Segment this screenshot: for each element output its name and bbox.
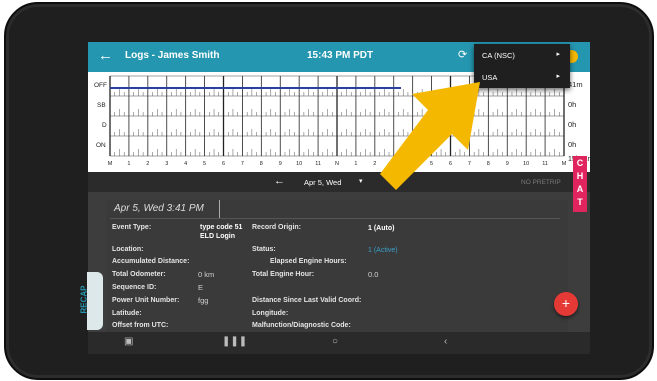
hour-label: 10 [523,161,529,167]
row-label-d: D [102,122,107,129]
hour-label: 4 [184,161,187,167]
recap-tab[interactable]: RECAP [80,272,103,330]
back-icon[interactable]: ‹ [444,336,447,347]
next-day-arrow-icon[interactable]: → [391,175,402,187]
location-label: Location: [112,246,144,253]
record-origin-label: Record Origin: [252,224,302,231]
system-nav-bar: ▣ ❚❚❚ ○ ‹ [88,332,590,354]
hour-label: 4 [411,161,414,167]
hour-label: 5 [203,161,206,167]
status-value: 1 (Active) [368,247,398,254]
home-icon[interactable]: ○ [332,336,338,347]
back-arrow-icon[interactable]: ← [98,48,113,64]
record-origin-value: 1 (Auto) [368,225,395,232]
hour-label: 9 [279,161,282,167]
hour-label: 2 [373,161,376,167]
total-on: 0h [568,140,577,149]
add-event-button[interactable]: + [554,292,578,316]
sequence-id-label: Sequence ID: [112,284,157,291]
chat-letter: H [576,171,584,181]
power-unit-label: Power Unit Number: [112,297,180,304]
hour-label: 10 [296,161,302,167]
hour-label: 9 [506,161,509,167]
menu-item-ca-nsc[interactable]: CA (NSC) ▸ [474,44,570,66]
total-sb: 0h [568,100,577,109]
menu-item-usa[interactable]: USA ▸ [474,66,570,88]
page-title: Logs - James Smith [125,50,220,61]
distance-since-coord-label: Distance Since Last Valid Coord: [252,297,362,304]
chat-tab[interactable]: C H A T [573,156,587,212]
chat-letter: A [576,184,584,194]
total-engine-hour-label: Total Engine Hour: [252,271,315,278]
hour-label: M [562,161,567,167]
chat-letter: T [577,197,583,207]
hour-label: 3 [165,161,168,167]
power-unit-value: fgg [198,296,209,305]
date-navigator: ← Apr 5, Wed ▾ → NO PRETRIP [88,172,590,192]
malfunction-code-label: Malfunction/Diagnostic Code: [252,322,351,329]
hour-label: 11 [315,161,321,167]
longitude-label: Longitude: [252,310,289,317]
selected-date[interactable]: Apr 5, Wed [304,178,341,187]
event-datetime: Apr 5, Wed 3:41 PM [110,200,220,218]
event-type-label: Event Type: [112,224,152,231]
status-label: Status: [252,246,276,253]
hour-label: N [335,161,339,167]
prev-day-arrow-icon[interactable]: ← [274,175,285,187]
row-label-sb: SB [97,102,106,109]
event-details: Apr 5, Wed 3:41 PM Event Type: type code… [106,200,568,354]
chevron-right-icon: ▸ [556,73,560,80]
sequence-id-value: E [198,283,204,292]
hour-label: 3 [392,161,395,167]
screenshot-icon[interactable]: ▣ [124,336,133,347]
hour-label: 7 [468,161,471,167]
elapsed-engine-hours-label: Elapsed Engine Hours: [270,258,347,265]
hour-label: 11 [542,161,548,167]
total-odometer-value: 0 km [198,270,215,279]
total-engine-hour-value: 0.0 [368,270,379,279]
total-d: 0h [568,120,577,129]
chat-letter: C [576,158,584,168]
chevron-right-icon: ▸ [556,51,560,58]
total-off: 41m [568,80,583,89]
menu-item-label: CA (NSC) [482,51,515,60]
pretrip-status: NO PRETRIP [521,179,561,186]
app-screen: ← Logs - James Smith 15:43 PM PDT ⟳ CA (… [88,42,590,354]
hour-label: 6 [222,161,225,167]
offset-utc-label: Offset from UTC: [112,322,169,329]
current-time: 15:43 PM PDT [307,50,374,61]
row-label-off: OFF [94,82,107,89]
recent-apps-icon[interactable]: ❚❚❚ [222,336,247,347]
recap-label: RECAP [79,285,89,314]
hour-label: 8 [487,161,490,167]
latitude-label: Latitude: [112,310,142,317]
event-type-value: type code 51 ELD Login [200,224,243,240]
hour-label: 6 [449,161,452,167]
total-odometer-label: Total Odometer: [112,271,166,278]
chevron-down-icon[interactable]: ▾ [359,177,363,185]
ruleset-menu: CA (NSC) ▸ USA ▸ [474,44,570,88]
row-label-on: ON [96,142,106,149]
hour-label: 7 [241,161,244,167]
hour-label: 5 [430,161,433,167]
hour-label: 2 [146,161,149,167]
divider [110,218,560,219]
menu-item-label: USA [482,73,498,82]
hour-label: 8 [260,161,263,167]
hour-label: M [108,161,113,167]
refresh-icon[interactable]: ⟳ [458,48,467,61]
accumulated-distance-label: Accumulated Distance: [112,258,190,265]
hour-label: 1 [127,161,130,167]
hour-label: 1 [354,161,357,167]
